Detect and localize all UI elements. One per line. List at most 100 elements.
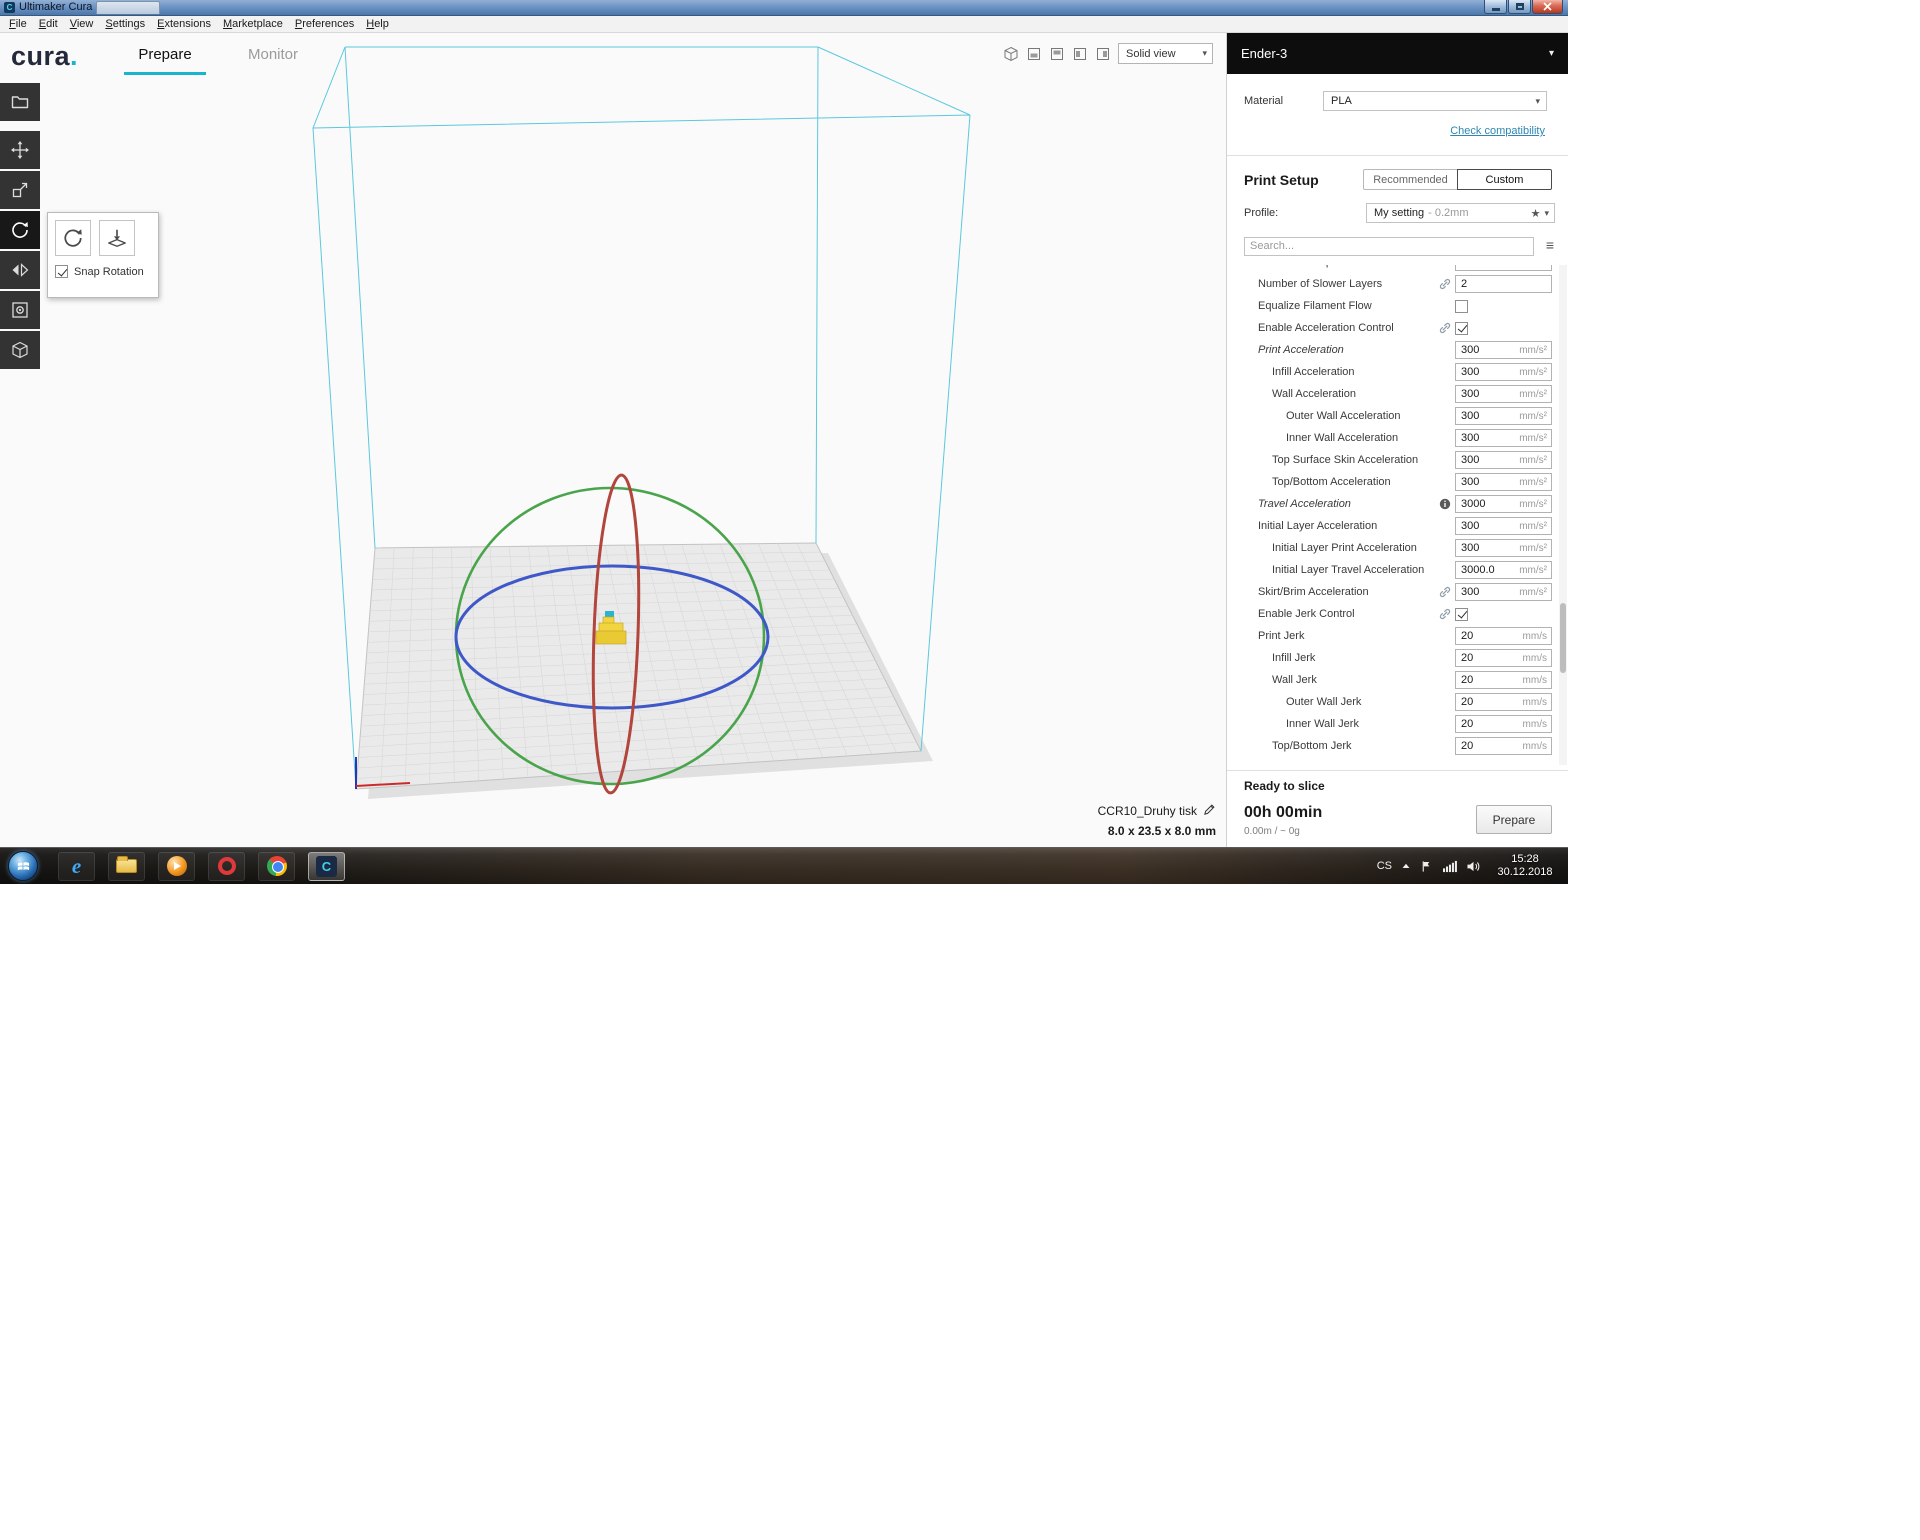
tab-prepare[interactable]: Prepare [122,33,208,75]
profile-dropdown[interactable]: My setting - 0.2mm ★ ▾ [1366,203,1555,223]
cura-taskbar-button[interactable]: C [308,852,345,881]
prepare-button[interactable]: Prepare [1476,805,1552,834]
lay-flat-button[interactable] [99,220,135,256]
volume-icon[interactable] [1466,860,1481,873]
setting-row[interactable]: Print Jerk20mm/s [1227,625,1568,647]
reset-rotation-button[interactable] [55,220,91,256]
machine-header[interactable]: Ender-3 ▾ [1227,33,1568,74]
flag-icon[interactable] [1420,860,1433,873]
setting-checkbox[interactable] [1455,322,1468,335]
setting-value-field[interactable]: 2 [1455,275,1552,293]
menu-help[interactable]: Help [360,16,395,32]
setting-row[interactable]: Infill Acceleration300mm/s² [1227,361,1568,383]
setting-row[interactable]: Skirt/Brim Acceleration300mm/s² [1227,581,1568,603]
network-icon[interactable] [1442,860,1457,873]
setting-row[interactable]: Initial Layer Print Acceleration300mm/s² [1227,537,1568,559]
setting-checkbox[interactable] [1455,608,1468,621]
menu-view[interactable]: View [64,16,100,32]
setting-value-field[interactable]: 20mm/s [1455,715,1552,733]
menu-extensions[interactable]: Extensions [151,16,217,32]
mirror-tool-button[interactable] [0,251,40,289]
setting-value-field[interactable]: 300mm/s² [1455,539,1552,557]
view-front-icon[interactable] [1026,46,1042,62]
setting-row[interactable]: Wall Acceleration300mm/s² [1227,383,1568,405]
close-button[interactable] [1532,0,1563,14]
favorite-star-icon[interactable]: ★ [1531,207,1541,220]
setting-value-field[interactable]: 20mm/s [1455,737,1552,755]
internet-explorer-taskbar-button[interactable]: e [58,852,95,881]
opera-taskbar-button[interactable] [208,852,245,881]
setting-row[interactable]: Outer Wall Jerk20mm/s [1227,691,1568,713]
setting-row[interactable]: Print Acceleration300mm/s² [1227,339,1568,361]
setting-value-field[interactable]: mm/s [1455,265,1552,271]
scale-tool-button[interactable] [0,171,40,209]
language-indicator[interactable]: CS [1377,860,1392,872]
viewport-3d[interactable] [0,33,1226,847]
setting-value-field[interactable]: 3000.0mm/s² [1455,561,1552,579]
setting-value-field[interactable]: 300mm/s² [1455,583,1552,601]
setting-row[interactable]: Number of Slower Layers2 [1227,273,1568,295]
setting-row[interactable]: Enable Acceleration Control [1227,317,1568,339]
menu-preferences[interactable]: Preferences [289,16,360,32]
setting-row[interactable]: Initial Layer Acceleration300mm/s² [1227,515,1568,537]
setting-value-field[interactable]: 20mm/s [1455,671,1552,689]
setting-value-field[interactable]: 3000mm/s² [1455,495,1552,513]
setting-value-field[interactable]: 300mm/s² [1455,429,1552,447]
setting-row[interactable]: Maximum Z Speedmm/s [1227,265,1568,273]
scrollbar-thumb[interactable] [1560,603,1566,673]
file-explorer-taskbar-button[interactable] [108,852,145,881]
chrome-taskbar-button[interactable] [258,852,295,881]
check-compatibility-link[interactable]: Check compatibility [1450,125,1545,137]
maximize-button[interactable] [1508,0,1531,14]
setting-checkbox[interactable] [1455,300,1468,313]
support-blocker-tool-button[interactable] [0,331,40,369]
menu-edit[interactable]: Edit [33,16,64,32]
media-player-taskbar-button[interactable] [158,852,195,881]
setting-row[interactable]: Initial Layer Travel Acceleration3000.0m… [1227,559,1568,581]
recommended-mode-button[interactable]: Recommended [1363,169,1458,190]
setting-value-field[interactable]: 300mm/s² [1455,517,1552,535]
setting-row[interactable]: Top Surface Skin Acceleration300mm/s² [1227,449,1568,471]
taskbar-clock[interactable]: 15:28 30.12.2018 [1490,853,1560,879]
menu-marketplace[interactable]: Marketplace [217,16,289,32]
setting-row[interactable]: Top/Bottom Acceleration300mm/s² [1227,471,1568,493]
background-window-tab[interactable] [96,1,160,14]
setting-value-field[interactable]: 20mm/s [1455,693,1552,711]
custom-mode-button[interactable]: Custom [1457,169,1552,190]
setting-value-field[interactable]: 300mm/s² [1455,451,1552,469]
setting-value-field[interactable]: 300mm/s² [1455,407,1552,425]
hamburger-menu-icon[interactable]: ≡ [1546,237,1554,254]
setting-row[interactable]: Inner Wall Acceleration300mm/s² [1227,427,1568,449]
view-3d-icon[interactable] [1003,46,1019,62]
setting-row[interactable]: Wall Jerk20mm/s [1227,669,1568,691]
hidden-icons-icon[interactable] [1401,861,1411,871]
view-top-icon[interactable] [1049,46,1065,62]
view-left-icon[interactable] [1072,46,1088,62]
setting-row[interactable]: Top/Bottom Jerk20mm/s [1227,735,1568,757]
setting-value-field[interactable]: 20mm/s [1455,627,1552,645]
menu-settings[interactable]: Settings [99,16,151,32]
move-tool-button[interactable] [0,131,40,169]
tab-monitor[interactable]: Monitor [230,33,316,75]
start-button[interactable] [8,851,38,881]
setting-row[interactable]: Outer Wall Acceleration300mm/s² [1227,405,1568,427]
material-dropdown[interactable]: PLA ▾ [1323,91,1547,111]
snap-rotation-checkbox[interactable] [55,265,68,278]
per-model-settings-tool-button[interactable] [0,291,40,329]
view-mode-dropdown[interactable]: Solid view ▾ [1118,43,1213,64]
open-file-button[interactable] [0,83,40,121]
setting-row[interactable]: Equalize Filament Flow [1227,295,1568,317]
minimize-button[interactable] [1484,0,1507,14]
setting-value-field[interactable]: 300mm/s² [1455,341,1552,359]
setting-row[interactable]: Infill Jerk20mm/s [1227,647,1568,669]
setting-value-field[interactable]: 300mm/s² [1455,363,1552,381]
setting-value-field[interactable]: 300mm/s² [1455,385,1552,403]
settings-scrollbar[interactable] [1559,265,1567,765]
setting-value-field[interactable]: 20mm/s [1455,649,1552,667]
rotate-tool-button[interactable] [0,211,40,249]
setting-row[interactable]: Travel Acceleration3000mm/s² [1227,493,1568,515]
search-input[interactable] [1244,237,1534,256]
setting-row[interactable]: Enable Jerk Control [1227,603,1568,625]
menu-file[interactable]: File [3,16,33,32]
view-right-icon[interactable] [1095,46,1111,62]
